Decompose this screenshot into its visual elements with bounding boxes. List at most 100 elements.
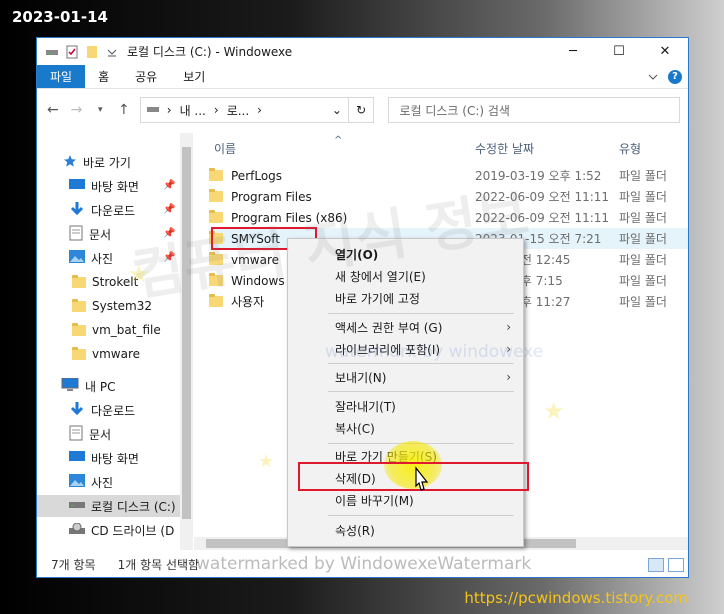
pin-icon[interactable]: 📌 bbox=[163, 204, 175, 215]
pin-icon[interactable]: 📌 bbox=[163, 228, 175, 239]
navigation-bar: ← → ▾ ↑ › 내 ... › 로... › ⌄ ↻ 로컬 디스크 (C:)… bbox=[37, 89, 688, 131]
table-row[interactable]: Program Files (x86) 2022-06-09 오전 11:11 … bbox=[209, 207, 688, 228]
menu-item-cut[interactable]: 잘라내기(T) bbox=[288, 395, 523, 417]
mouse-cursor-icon bbox=[410, 466, 432, 496]
address-bar[interactable]: › 내 ... › 로... › ⌄ bbox=[139, 97, 349, 123]
tab-home[interactable]: 홈 bbox=[85, 65, 122, 88]
pin-icon[interactable]: 📌 bbox=[163, 252, 175, 263]
address-dropdown-icon[interactable]: ⌄ bbox=[332, 103, 342, 117]
date-stamp: 2023-01-14 bbox=[12, 8, 108, 26]
pc-icon bbox=[61, 377, 79, 395]
sort-chevron-up-icon: ^ bbox=[334, 134, 343, 146]
menu-item-include-library[interactable]: 라이브러리에 포함(I) › bbox=[288, 338, 523, 360]
folder-icon bbox=[209, 210, 223, 223]
sidebar-item-quick-access[interactable]: 바로 가기 bbox=[63, 151, 131, 173]
file-name: Windows bbox=[231, 273, 285, 288]
quick-access-toolbar bbox=[37, 45, 119, 59]
tab-file[interactable]: 파일 bbox=[37, 65, 86, 88]
document-icon bbox=[69, 225, 83, 244]
menu-item-send-to[interactable]: 보내기(N) › bbox=[288, 366, 523, 388]
customize-chevron-icon[interactable] bbox=[105, 45, 119, 59]
sidebar-item-pc-downloads[interactable]: 다운로드 bbox=[69, 399, 135, 421]
sidebar-item-pc-desktop[interactable]: 바탕 화면 bbox=[69, 447, 139, 469]
back-arrow-icon[interactable]: ← bbox=[45, 102, 61, 118]
properties-icon[interactable] bbox=[65, 45, 79, 59]
sidebar-item-this-pc[interactable]: 내 PC bbox=[61, 375, 115, 397]
column-header-modified[interactable]: 수정한 날짜 bbox=[475, 137, 534, 159]
sidebar-item-local-disk[interactable]: 로컬 디스크 (C:) bbox=[37, 495, 180, 517]
refresh-button[interactable]: ↻ bbox=[348, 97, 375, 123]
menu-item-open[interactable]: 열기(O) bbox=[288, 243, 523, 265]
tab-share[interactable]: 공유 bbox=[122, 65, 170, 88]
sidebar-item-downloads[interactable]: 다운로드 bbox=[69, 199, 135, 221]
breadcrumb-this-pc[interactable]: 내 ... bbox=[180, 102, 206, 119]
status-bar: 7개 항목 1개 항목 선택함 bbox=[37, 550, 688, 577]
new-folder-icon[interactable] bbox=[85, 45, 99, 59]
pictures-icon bbox=[69, 474, 85, 490]
sidebar-item-pc-documents[interactable]: 문서 bbox=[69, 423, 111, 445]
pin-icon[interactable]: 📌 bbox=[163, 180, 175, 191]
tab-view[interactable]: 보기 bbox=[170, 65, 218, 88]
menu-item-open-new-window[interactable]: 새 창에서 열기(E) bbox=[288, 265, 523, 287]
sidebar-item-label: CD 드라이브 (D bbox=[91, 523, 175, 538]
sidebar-item-strokeit[interactable]: Strokelt bbox=[72, 271, 138, 293]
star-icon bbox=[63, 154, 77, 171]
recent-locations-chevron-icon[interactable]: ▾ bbox=[92, 105, 108, 115]
ribbon-expand-chevron-icon[interactable] bbox=[648, 70, 658, 84]
folder-icon bbox=[209, 252, 223, 265]
menu-item-give-access[interactable]: 액세스 권한 부여 (G) › bbox=[288, 316, 523, 338]
up-arrow-icon[interactable]: ↑ bbox=[116, 102, 132, 118]
minimize-button[interactable]: ─ bbox=[550, 38, 596, 65]
menu-separator bbox=[328, 515, 514, 516]
breadcrumb-local-disk[interactable]: 로... bbox=[227, 102, 249, 119]
sidebar-item-label: vm_bat_file bbox=[92, 323, 161, 337]
file-type: 파일 폴더 bbox=[619, 295, 667, 309]
file-name: vmware bbox=[231, 252, 280, 267]
sidebar-item-pictures[interactable]: 사진 bbox=[69, 247, 113, 269]
sidebar-scrollbar[interactable] bbox=[180, 133, 193, 550]
breadcrumb-separator-icon: › bbox=[213, 103, 219, 117]
sidebar-item-vm-bat-file[interactable]: vm_bat_file bbox=[72, 319, 161, 341]
ribbon-tabs: 파일 홈 공유 보기 ? bbox=[37, 65, 688, 89]
folder-icon bbox=[209, 294, 223, 307]
sidebar-item-label: 내 PC bbox=[85, 379, 116, 394]
title-bar: 로컬 디스크 (C:) - Windowexe ─ ☐ ✕ bbox=[37, 38, 688, 65]
download-icon bbox=[69, 401, 85, 419]
table-row[interactable]: Program Files 2022-06-09 오전 11:11 파일 폴더 bbox=[209, 186, 688, 207]
sidebar-item-system32[interactable]: System32 bbox=[72, 295, 152, 317]
desktop-icon bbox=[69, 178, 85, 194]
menu-separator bbox=[328, 391, 514, 392]
sidebar-item-label: 문서 bbox=[89, 227, 112, 242]
large-icons-view-icon[interactable] bbox=[668, 558, 684, 572]
maximize-button[interactable]: ☐ bbox=[596, 38, 642, 65]
search-input[interactable]: 로컬 디스크 (C:) 검색 bbox=[388, 97, 680, 123]
sidebar-item-cd-drive[interactable]: CD 드라이브 (D bbox=[69, 519, 174, 541]
sidebar-item-vmware[interactable]: vmware bbox=[72, 343, 140, 365]
blog-url: https://pcwindows.tistory.com bbox=[464, 589, 688, 607]
file-type: 파일 폴더 bbox=[619, 211, 667, 225]
file-date: 2019-03-19 오후 1:52 bbox=[475, 169, 602, 183]
menu-item-copy[interactable]: 복사(C) bbox=[288, 417, 523, 439]
forward-arrow-icon[interactable]: → bbox=[69, 102, 85, 118]
sidebar-item-documents[interactable]: 문서 bbox=[69, 223, 111, 245]
sidebar-item-desktop[interactable]: 바탕 화면 bbox=[69, 175, 139, 197]
scrollbar-thumb[interactable] bbox=[182, 147, 191, 519]
column-header-type[interactable]: 유형 bbox=[619, 137, 641, 159]
file-type: 파일 폴더 bbox=[619, 169, 667, 183]
menu-item-label: 보내기(N) bbox=[335, 370, 387, 385]
sidebar-item-pc-pictures[interactable]: 사진 bbox=[69, 471, 113, 493]
menu-item-pin-quick-access[interactable]: 바로 가기에 고정 bbox=[288, 287, 523, 309]
folder-icon bbox=[72, 298, 86, 312]
sidebar-item-label: 바로 가기 bbox=[83, 155, 131, 170]
help-icon[interactable]: ? bbox=[668, 69, 682, 84]
column-header-name[interactable]: 이름 bbox=[214, 137, 236, 159]
close-button[interactable]: ✕ bbox=[642, 38, 688, 65]
details-view-icon[interactable] bbox=[648, 558, 664, 572]
menu-item-properties[interactable]: 속성(R) bbox=[288, 519, 523, 541]
cd-drive-icon bbox=[69, 522, 85, 538]
file-name: Program Files bbox=[231, 189, 312, 204]
menu-item-rename[interactable]: 이름 바꾸기(M) bbox=[288, 489, 523, 511]
folder-icon bbox=[209, 189, 223, 202]
table-row[interactable]: PerfLogs 2019-03-19 오후 1:52 파일 폴더 bbox=[209, 165, 688, 186]
sidebar-item-label: 바탕 화면 bbox=[91, 179, 139, 194]
